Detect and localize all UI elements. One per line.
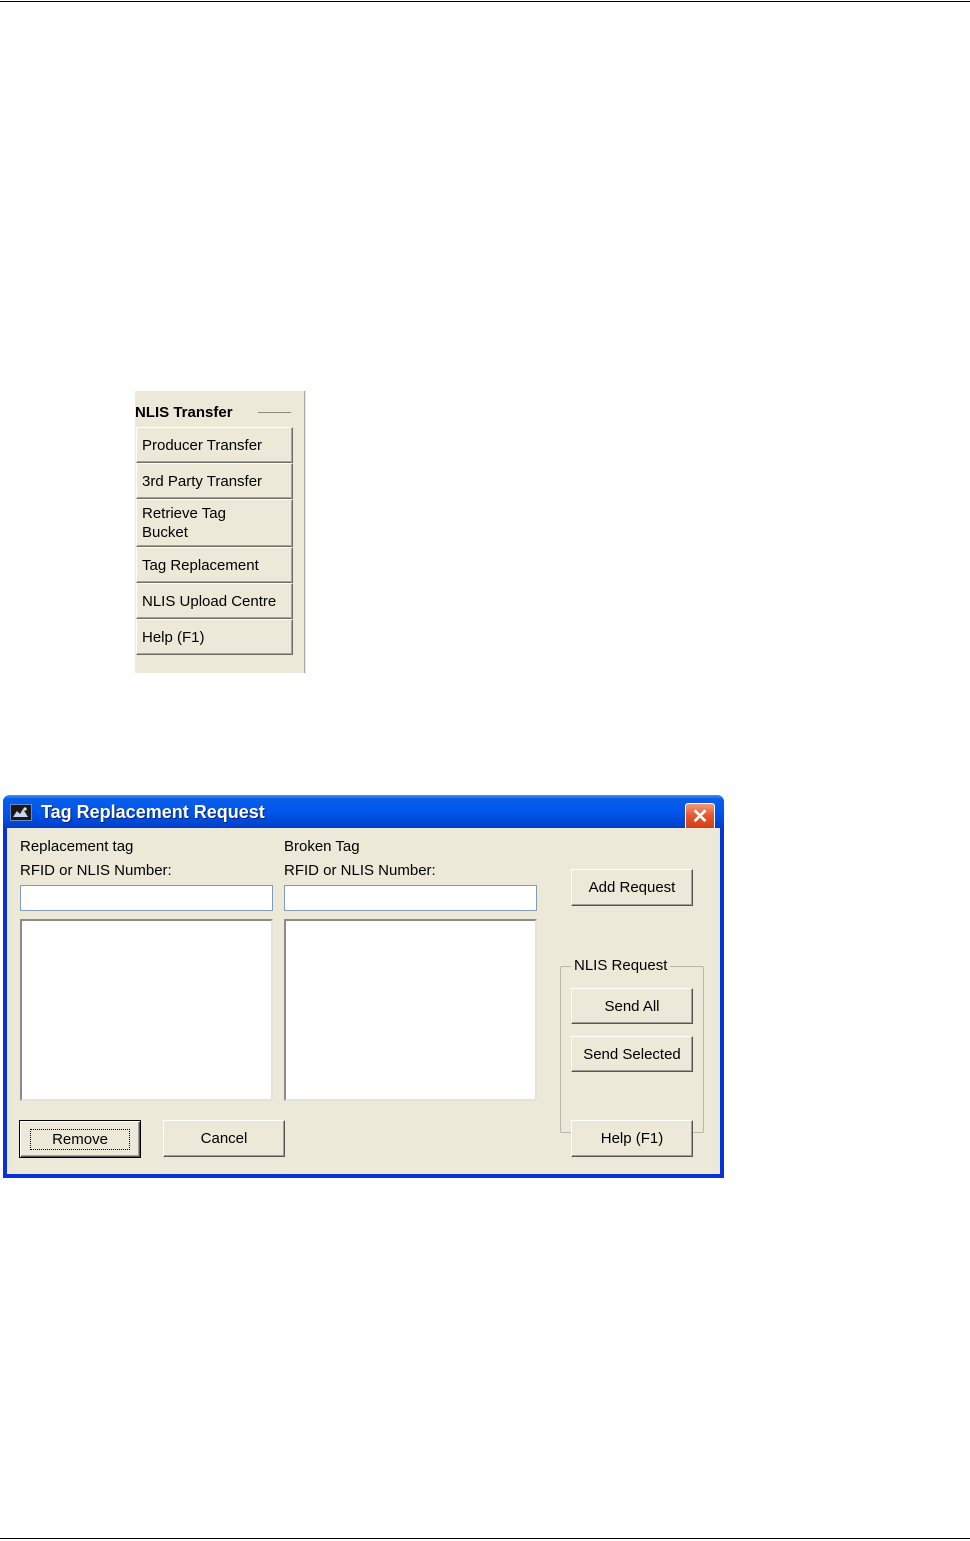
page-top-rule — [0, 1, 970, 2]
close-icon[interactable]: ✕ — [685, 803, 715, 831]
title-bar[interactable]: Tag Replacement Request ✕ — [3, 795, 724, 831]
nlis-request-group-title: NLIS Request — [571, 957, 671, 974]
dialog-client-area: Replacement tag RFID or NLIS Number: Bro… — [7, 828, 720, 1174]
broken-tag-list[interactable] — [284, 919, 537, 1101]
tag-replacement-button[interactable]: Tag Replacement — [136, 547, 293, 583]
button-label: 3rd Party Transfer — [142, 472, 263, 490]
panel-edge — [304, 391, 305, 673]
app-logo-icon — [10, 804, 32, 821]
send-all-button[interactable]: Send All — [571, 988, 693, 1024]
nlis-transfer-panel: NLIS Transfer Producer Transfer 3rd Part… — [135, 391, 306, 673]
nlis-upload-centre-button[interactable]: NLIS Upload Centre — [136, 583, 293, 619]
button-label: Send All — [604, 997, 660, 1015]
replacement-field-label: RFID or NLIS Number: — [20, 862, 172, 879]
remove-button[interactable]: Remove — [19, 1120, 141, 1158]
button-label: Tag Replacement — [142, 556, 259, 574]
retrieve-tag-bucket-button[interactable]: Retrieve Tag Bucket — [136, 499, 293, 547]
send-selected-button[interactable]: Send Selected — [571, 1036, 693, 1072]
panel-title: NLIS Transfer — [135, 404, 233, 421]
help-f1-button[interactable]: Help (F1) — [571, 1120, 693, 1157]
button-label: Send Selected — [583, 1045, 681, 1063]
cancel-button[interactable]: Cancel — [163, 1120, 285, 1157]
third-party-transfer-button[interactable]: 3rd Party Transfer — [136, 463, 293, 499]
tag-replacement-dialog: Tag Replacement Request ✕ Replacement ta… — [3, 795, 724, 1178]
panel-title-line — [258, 412, 291, 413]
button-label: Cancel — [200, 1130, 248, 1147]
broken-tag-input[interactable] — [284, 885, 537, 911]
button-label: Remove — [30, 1128, 130, 1150]
broken-tag-heading: Broken Tag — [284, 838, 360, 855]
button-label: Retrieve Tag Bucket — [142, 505, 226, 541]
button-label: Add Request — [588, 879, 676, 896]
button-label: Producer Transfer — [142, 436, 263, 454]
button-label: NLIS Upload Centre — [142, 592, 277, 610]
dialog-title: Tag Replacement Request — [41, 802, 265, 822]
add-request-button[interactable]: Add Request — [571, 869, 693, 906]
help-button[interactable]: Help (F1) — [136, 619, 293, 655]
replacement-tag-list[interactable] — [20, 919, 273, 1101]
button-label: Help (F1) — [600, 1130, 664, 1147]
broken-field-label: RFID or NLIS Number: — [284, 862, 436, 879]
producer-transfer-button[interactable]: Producer Transfer — [136, 427, 293, 463]
button-label: Help (F1) — [142, 628, 205, 646]
replacement-tag-input[interactable] — [20, 885, 273, 911]
page-bottom-rule — [0, 1538, 970, 1539]
replacement-tag-heading: Replacement tag — [20, 838, 134, 855]
